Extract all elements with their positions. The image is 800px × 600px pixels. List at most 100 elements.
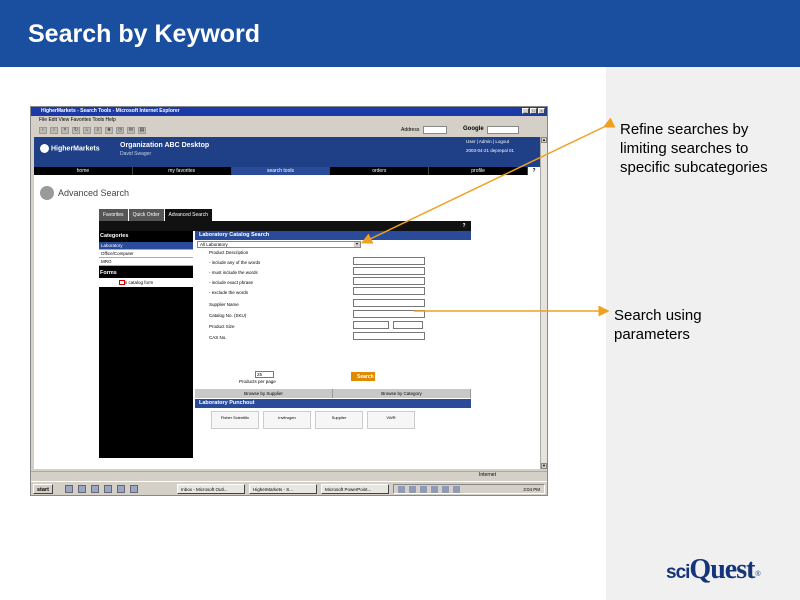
- nav-home[interactable]: home: [34, 167, 133, 175]
- window-controls: _ □ ×: [522, 108, 545, 114]
- forms-heading: Forms: [100, 270, 117, 276]
- punchout-suppliers: Fisher Scientific Invitrogen Supplier VW…: [195, 409, 471, 431]
- tray-icon-2[interactable]: [409, 486, 416, 493]
- per-page-label: Products per page: [239, 379, 276, 384]
- supplier-fisher-logo[interactable]: Fisher Scientific: [211, 411, 259, 429]
- browse-by-category-tab[interactable]: Browse by Category: [333, 389, 471, 398]
- browser-window: HigherMarkets - Search Tools - Microsoft…: [30, 106, 548, 496]
- callout-refine: Refine searches by limiting searches to …: [620, 121, 768, 176]
- desktop-icon[interactable]: [65, 485, 73, 493]
- catalog-no-input[interactable]: [353, 310, 425, 318]
- supplier-name-input[interactable]: [353, 299, 425, 307]
- label-any-words: - include any of the words: [209, 260, 261, 265]
- stop-icon[interactable]: ×: [61, 127, 69, 134]
- task-highermarkets[interactable]: HigherMarkets - S...: [249, 484, 317, 494]
- label-exact-phrase: - include exact phrase: [209, 280, 254, 285]
- tray-icon-1[interactable]: [398, 486, 405, 493]
- supplier-third-logo[interactable]: Supplier: [315, 411, 363, 429]
- task-inbox[interactable]: Inbox - Microsoft Outl...: [177, 484, 245, 494]
- category-office-computer[interactable]: Office/Computer: [99, 250, 193, 258]
- vertical-scrollbar[interactable]: ▲ ▼: [540, 137, 547, 469]
- quick-launch: [65, 485, 138, 493]
- search-icon[interactable]: ⌕: [94, 127, 102, 134]
- scroll-up-icon[interactable]: ▲: [541, 137, 547, 143]
- browser-icon[interactable]: [78, 485, 86, 493]
- panel-help-icon[interactable]: ?: [458, 223, 470, 230]
- category-mro[interactable]: MRO: [99, 258, 193, 266]
- tab-favorites[interactable]: Favorites: [99, 209, 128, 221]
- history-icon[interactable]: ◷: [116, 127, 124, 134]
- outlook-icon[interactable]: [91, 485, 99, 493]
- tray-icon-5[interactable]: [442, 486, 449, 493]
- nav-profile[interactable]: profile: [429, 167, 528, 175]
- app-header: HigherMarkets Organization ABC Desktop D…: [34, 137, 540, 167]
- google-search-input[interactable]: [487, 126, 519, 134]
- categories-heading: Categories: [100, 233, 129, 239]
- chevron-down-icon: ▼: [354, 242, 360, 247]
- back-icon[interactable]: ‹: [39, 127, 47, 134]
- window-title: HigherMarkets - Search Tools - Microsoft…: [41, 108, 180, 114]
- close-icon[interactable]: ×: [538, 108, 545, 114]
- supplier-invitrogen-logo[interactable]: Invitrogen: [263, 411, 311, 429]
- tray-icon-3[interactable]: [420, 486, 427, 493]
- taskbar: start Inbox - Microsoft Outl... HigherMa…: [31, 481, 547, 495]
- nav-orders[interactable]: orders: [330, 167, 430, 175]
- app-icon-3[interactable]: [130, 485, 138, 493]
- date-line: 2003-04-21 deprepal 01: [466, 148, 515, 153]
- address-input[interactable]: [423, 126, 447, 134]
- per-page-select[interactable]: 25: [255, 371, 274, 378]
- any-words-input[interactable]: [353, 257, 425, 265]
- nav-help-icon[interactable]: ?: [527, 167, 540, 175]
- refresh-icon[interactable]: ↻: [72, 127, 80, 134]
- clock: 3:04 PM: [523, 487, 540, 492]
- product-size-input[interactable]: [353, 321, 389, 329]
- logo-sci: sci: [666, 562, 690, 583]
- category-select[interactable]: All Laboratory ▼: [197, 241, 361, 248]
- tray-icon-6[interactable]: [453, 486, 460, 493]
- internet-zone-label: Internet: [479, 472, 496, 478]
- exact-phrase-input[interactable]: [353, 277, 425, 285]
- tab-advanced-search[interactable]: Advanced Search: [164, 209, 212, 221]
- tab-quick-order[interactable]: Quick Order: [128, 209, 164, 221]
- nav-search-tools[interactable]: search tools: [231, 167, 331, 175]
- nav-my-favorites[interactable]: my favorites: [133, 167, 232, 175]
- label-cas-no: CAS No.: [209, 335, 227, 340]
- menu-bar[interactable]: File Edit View Favorites Tools Help: [31, 116, 547, 125]
- print-icon[interactable]: ▤: [138, 127, 146, 134]
- tray-icon-4[interactable]: [431, 486, 438, 493]
- home-icon[interactable]: ⌂: [83, 127, 91, 134]
- non-catalog-form-link[interactable]: Non catalog form: [99, 278, 193, 287]
- slide-title: Search by Keyword: [28, 20, 261, 48]
- google-logo: Google: [463, 126, 484, 132]
- maximize-icon[interactable]: □: [530, 108, 537, 114]
- scroll-down-icon[interactable]: ▼: [541, 463, 547, 469]
- advanced-search-title: Advanced Search: [58, 188, 130, 198]
- logo-quest: Quest: [689, 554, 755, 585]
- system-tray: 3:04 PM: [393, 484, 545, 494]
- app-logo[interactable]: HigherMarkets: [40, 144, 100, 153]
- cas-no-input[interactable]: [353, 332, 425, 340]
- search-button[interactable]: Search: [351, 372, 375, 381]
- browse-tabs: Browse by Supplier Browse by Category: [195, 389, 471, 398]
- label-exclude-words: - exclude the words: [209, 290, 249, 295]
- exclude-words-input[interactable]: [353, 287, 425, 295]
- org-user: David Swager: [120, 151, 152, 157]
- mail-icon[interactable]: ✉: [127, 127, 135, 134]
- tray-icons: [398, 486, 460, 493]
- supplier-vwr-logo[interactable]: VWR: [367, 411, 415, 429]
- browse-by-supplier-tab[interactable]: Browse by Supplier: [195, 389, 333, 398]
- task-powerpoint[interactable]: Microsoft PowerPoint...: [321, 484, 389, 494]
- category-laboratory[interactable]: Laboratory: [99, 242, 193, 250]
- forward-icon[interactable]: ›: [50, 127, 58, 134]
- app-icon-2[interactable]: [117, 485, 125, 493]
- main-nav: home my favorites search tools orders pr…: [34, 167, 540, 175]
- label-must-include: - must include the words: [209, 270, 258, 275]
- app-icon[interactable]: [104, 485, 112, 493]
- minimize-icon[interactable]: _: [522, 108, 529, 114]
- product-size-unit-select[interactable]: [393, 321, 423, 329]
- start-button[interactable]: start: [33, 484, 53, 494]
- user-links[interactable]: User | Admin | Logout: [466, 139, 509, 144]
- slide-title-bar: Search by Keyword: [0, 0, 800, 67]
- favorites-icon[interactable]: ★: [105, 127, 113, 134]
- must-include-input[interactable]: [353, 267, 425, 275]
